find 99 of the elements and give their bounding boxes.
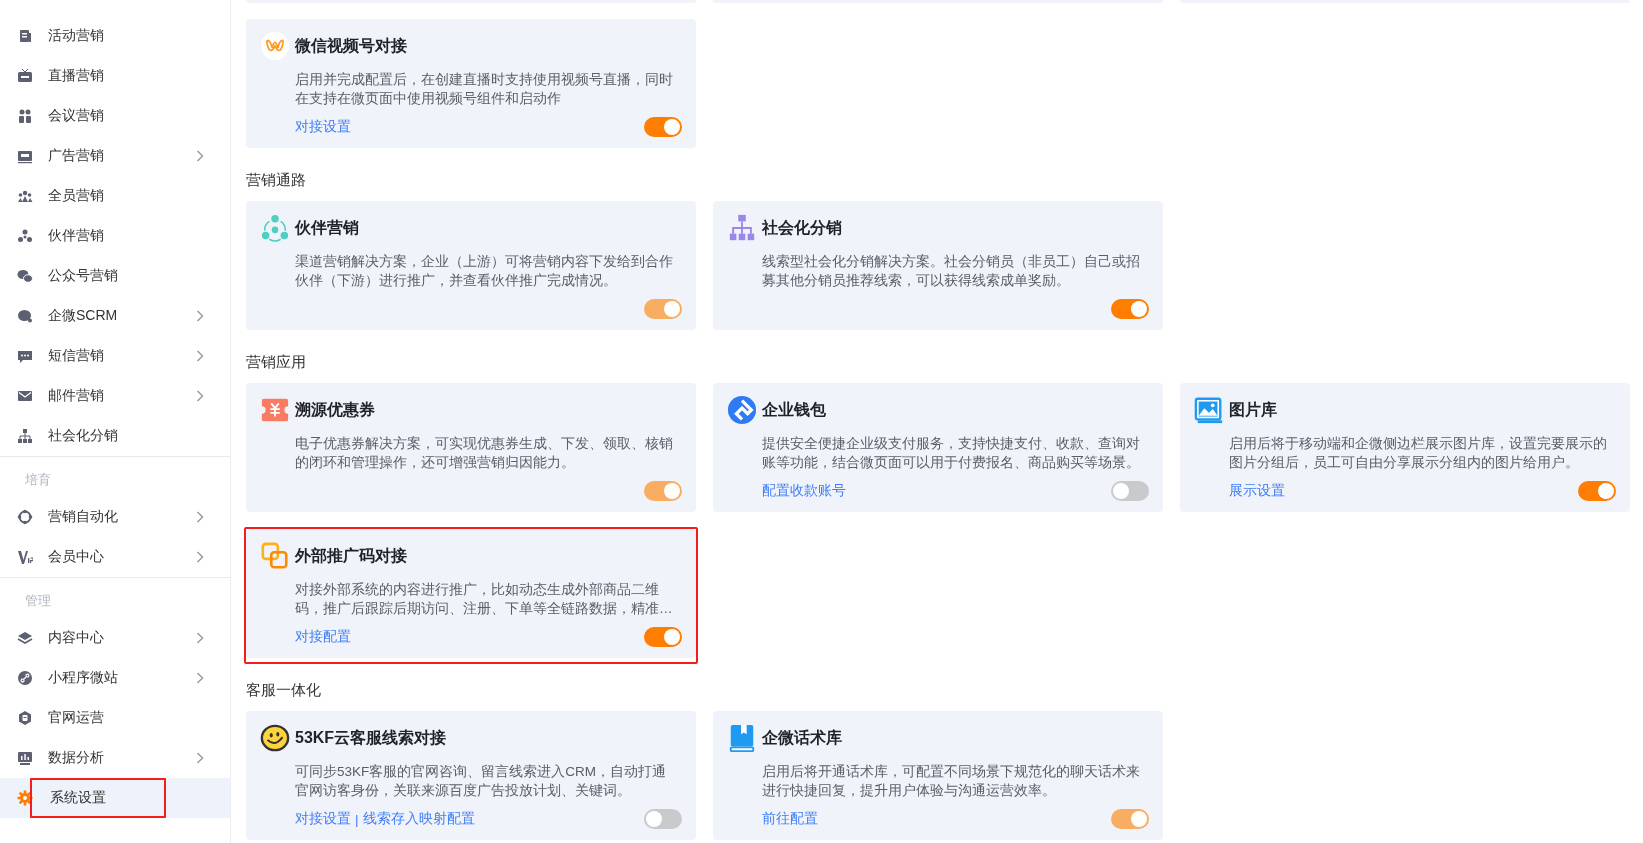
section-heading: 客服一体化: [246, 680, 322, 700]
sidebar-item[interactable]: 伙伴营销: [0, 216, 230, 256]
sidebar-item-label: 公众号营销: [48, 267, 119, 285]
sidebar-item-label: 社会化分销: [48, 427, 119, 445]
doc-icon: [17, 28, 33, 44]
sidebar-item-label: 伙伴营销: [48, 227, 105, 245]
nav-section-heading: 管理: [24, 592, 52, 610]
sidebar-item-label: 短信营销: [48, 347, 105, 365]
people-icon: [17, 108, 33, 124]
sidebar-item[interactable]: 活动营销: [0, 16, 230, 56]
sidebar-item-label: 会员中心: [48, 548, 105, 566]
team-icon: [17, 188, 33, 204]
sidebar-item[interactable]: 短信营销: [0, 336, 230, 376]
tv-icon: [17, 68, 33, 84]
link[interactable]: 前往配置: [762, 810, 818, 828]
card-description: 启用并完成配置后，在创建直播时支持使用视频号直播，同时在支持在微页面中使用视频号组件和启动作: [295, 71, 674, 108]
vip-icon: [17, 549, 33, 565]
sidebar-item[interactable]: 官网运营: [0, 698, 230, 738]
sidebar-item[interactable]: 内容中心: [0, 618, 230, 658]
sidebar-item[interactable]: 数据分析: [0, 738, 230, 778]
sidebar-item-label: 邮件营销: [48, 387, 105, 405]
chat-bubbles-icon: [17, 268, 33, 284]
sidebar-item-label: 营销自动化: [48, 508, 119, 526]
sidebar-item-label: 广告营销: [48, 147, 105, 165]
card-title: 外部推广码对接: [295, 545, 407, 566]
sidebar-item-label: 官网运营: [48, 709, 105, 727]
card-description: 启用后将开通话术库，可配置不同场景下规范化的聊天话术来进行快捷回复，提升用户体验与沟通运营效率。: [762, 763, 1141, 800]
sidebar-item[interactable]: 企微SCRM: [0, 296, 230, 336]
sidebar-item[interactable]: 直播营销: [0, 56, 230, 96]
sidebar-item[interactable]: 会员中心: [0, 537, 230, 577]
sidebar-item[interactable]: 会议营销: [0, 96, 230, 136]
card-description: 启用后将于移动端和企微侧边栏展示图片库，设置完要展示的图片分组后，员工可自由分享展示分组内的图片给用户。: [1229, 435, 1608, 472]
mail-icon: [17, 388, 33, 404]
sidebar-item[interactable]: 公众号营销: [0, 256, 230, 296]
link-circle-icon: [17, 670, 33, 686]
sidebar-item-label: 全员营销: [48, 187, 105, 205]
layers-icon: [17, 630, 33, 646]
gear-icon: [17, 790, 33, 806]
partner-network-icon: [260, 213, 290, 243]
link[interactable]: 对接设置: [295, 810, 351, 828]
toggle-switch[interactable]: [1111, 299, 1149, 319]
chat-icon: [17, 308, 33, 324]
sidebar-item[interactable]: 小程序微站: [0, 658, 230, 698]
sidebar-item[interactable]: 系统设置: [0, 778, 230, 818]
toggle-switch[interactable]: [644, 627, 682, 647]
message-icon: [17, 348, 33, 364]
card-title: 社会化分销: [762, 217, 842, 238]
overlapping-squares-icon: [260, 541, 290, 571]
card-title: 图片库: [1229, 399, 1277, 420]
sidebar-item[interactable]: 全员营销: [0, 176, 230, 216]
sidebar-item-label: 企微SCRM: [48, 307, 119, 325]
link[interactable]: 对接配置: [295, 628, 351, 646]
section-heading: 营销通路: [246, 170, 307, 190]
card-description: 线索型社会化分销解决方案。社会分销员（非员工）自己或招募其他分销员推荐线索，可以获得线索成单奖励。: [762, 253, 1141, 290]
sidebar-item-label: 直播营销: [48, 67, 105, 85]
smiley-icon: [260, 723, 290, 753]
card-title: 微信视频号对接: [295, 35, 407, 56]
card-title: 企业钱包: [762, 399, 826, 420]
image-gallery-icon: [1194, 395, 1224, 425]
org-chart-icon: [727, 213, 757, 243]
toggle-switch[interactable]: [1578, 481, 1616, 501]
video-channel-icon: [260, 31, 290, 61]
card-description: 提供安全便捷企业级支付服务，支持快捷支付、收款、查询对账等功能，结合微页面可以用于付费报名、商品购买等场景。: [762, 435, 1141, 472]
section-heading: 营销应用: [246, 352, 307, 372]
monitor-chart-icon: [17, 750, 33, 766]
org-chart-icon: [17, 428, 33, 444]
sidebar-item-label: 活动营销: [48, 27, 105, 45]
card-description: 对接外部系统的内容进行推广，比如动态生成外部商品二维码，推广后跟踪后期访问、注册、下单等全链路数据，精准…: [295, 581, 674, 618]
nav-section-heading: 培育: [24, 471, 52, 489]
link[interactable]: 展示设置: [1229, 482, 1285, 500]
card-description: 可同步53KF客服的官网咨询、留言线索进入CRM，自动打通官网访客身份，关联来源百度广告投放计划、关键词。: [295, 763, 667, 800]
diamond-logo-icon: [727, 395, 757, 425]
sidebar-item-label: 系统设置: [30, 778, 166, 818]
sidebar-item-label: 小程序微站: [48, 669, 119, 687]
sidebar-item-label: 数据分析: [48, 749, 105, 767]
card-title: 溯源优惠券: [295, 399, 375, 420]
link[interactable]: 线索存入映射配置: [362, 810, 475, 828]
sidebar-item-label: 会议营销: [48, 107, 105, 125]
link[interactable]: 配置收款账号: [762, 482, 846, 500]
toggle-switch[interactable]: [1111, 481, 1149, 501]
sidebar-item-label: 内容中心: [48, 629, 105, 647]
sidebar-item[interactable]: 营销自动化: [0, 497, 230, 537]
card-title: 伙伴营销: [295, 217, 359, 238]
sidebar-item[interactable]: 邮件营销: [0, 376, 230, 416]
toggle-switch[interactable]: [644, 117, 682, 137]
link-separator: |: [355, 811, 359, 827]
ad-icon: [17, 148, 33, 164]
hexagon-icon: [17, 710, 33, 726]
card-title: 53KF云客服线索对接: [295, 727, 447, 748]
network-icon: [17, 228, 33, 244]
card-title: 企微话术库: [762, 727, 842, 748]
sidebar-item[interactable]: 社会化分销: [0, 416, 230, 456]
book-icon: [727, 723, 757, 753]
link[interactable]: 对接设置: [295, 118, 351, 136]
cycle-icon: [17, 509, 33, 525]
sidebar-item[interactable]: 广告营销: [0, 136, 230, 176]
toggle-switch[interactable]: [644, 809, 682, 829]
card-description: 电子优惠券解决方案，可实现优惠券生成、下发、领取、核销的闭环和管理操作，还可增强营销归因能力。: [295, 435, 674, 472]
card-description: 渠道营销解决方案，企业（上游）可将营销内容下发给到合作伙伴（下游）进行推广，并查看伙伴推广完成情况。: [295, 253, 674, 290]
